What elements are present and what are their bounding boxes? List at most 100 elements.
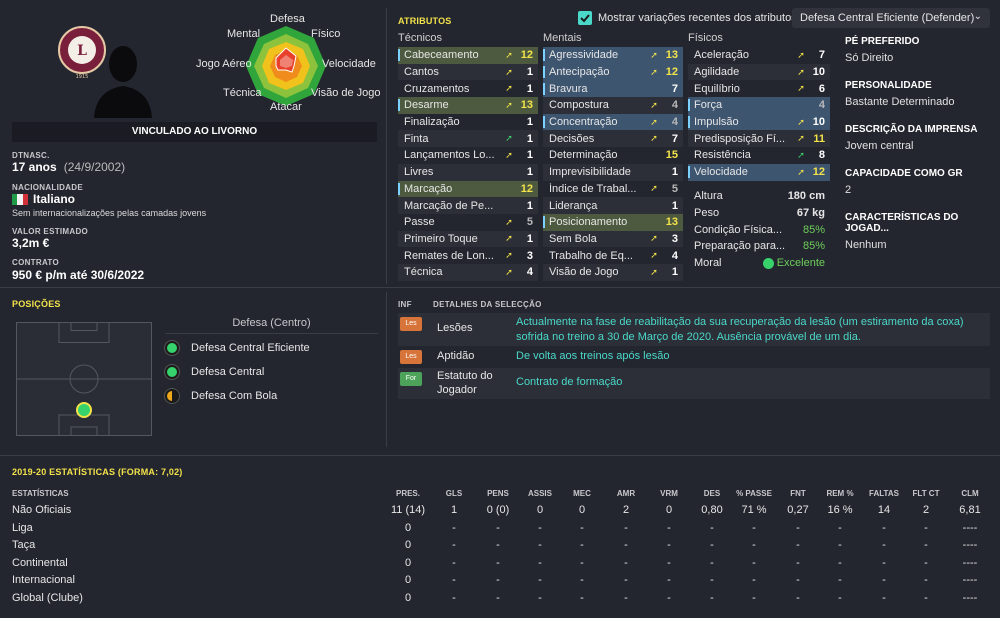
attribute-row[interactable]: Posicionamento 13 [543,213,683,231]
attribute-row[interactable]: Bravura 7 [543,80,683,98]
stats-cell: 0 [404,539,412,552]
attribute-value: 12 [520,182,533,195]
stats-cell: - [496,556,500,569]
attribute-row[interactable]: Decisões ➚ 7 [543,130,683,148]
attribute-row[interactable]: Compostura ➚ 4 [543,97,683,114]
attribute-row[interactable]: Concentração ➚ 4 [543,113,683,131]
attribute-row[interactable]: Agressividade ➚ 13 [543,47,683,64]
stats-column-header[interactable]: PRES. [385,489,431,498]
trend-arrow-icon: ➚ [797,116,805,127]
checkbox-checked-icon[interactable] [578,11,592,25]
traits-heading: CARACTERÍSTICAS DO JOGAD... [845,212,959,234]
attribute-row[interactable]: Lançamentos Lo... ➚ 1 [398,147,538,164]
attribute-row[interactable]: Cabeceamento ➚ 12 [398,47,538,64]
attribute-row[interactable]: Marcação de Pe... 1 [398,197,538,214]
fitness-text: De volta aos treinos após lesão [516,350,670,362]
stats-cell: 0,80 [701,504,723,516]
stats-cell: - [452,574,456,587]
stats-column-header[interactable]: AMR [611,489,641,498]
attribute-row[interactable]: Visão de Jogo ➚ 1 [543,263,683,281]
attribute-row[interactable]: Finta ➚ 1 [398,130,538,148]
attribute-row[interactable]: Trabalho de Eq... ➚ 4 [543,247,683,264]
attributes-title: ATRIBUTOS [398,16,452,26]
attribute-row[interactable]: Livres 1 [398,163,538,181]
selection-row-fitness[interactable]: Les Aptidão De volta aos treinos após le… [398,347,990,367]
attribute-row[interactable]: Determinação 15 [543,147,683,164]
attribute-row[interactable]: Equilíbrio ➚ 6 [688,80,830,97]
stats-row[interactable]: Global (Clube) 0- - - - - - - - - - - - ---- [12,590,988,607]
stats-column-header[interactable]: PENS [478,489,518,498]
stats-column-header[interactable]: FALTAS [864,489,904,498]
trend-arrow-icon: ➚ [505,66,513,77]
attribute-row[interactable]: Impulsão ➚ 10 [688,113,830,131]
stats-column-header[interactable]: MEC [567,489,597,498]
selection-row-status[interactable]: For Estatuto do Jogador Contrato de form… [398,368,990,399]
attribute-name: Livres [404,166,434,179]
attribute-name: Impulsão [688,116,794,129]
stats-column-header[interactable]: DES [697,489,727,498]
position-marker-dc[interactable] [76,402,92,418]
stats-column-header[interactable]: FLT CT [911,489,941,498]
attribute-row[interactable]: Técnica ➚ 4 [398,263,538,281]
attribute-row[interactable]: Índice de Trabal... ➚ 5 [543,181,683,198]
attribute-row[interactable]: Resistência ➚ 8 [688,147,830,164]
trend-arrow-icon: ➚ [650,49,658,60]
stats-column-header[interactable]: FNT [780,489,816,498]
attribute-row[interactable]: Desarme ➚ 13 [398,97,538,114]
attribute-row[interactable]: Remates de Lon... ➚ 3 [398,247,538,264]
stats-cell: - [710,592,714,604]
attribute-row[interactable]: Cantos ➚ 1 [398,63,538,81]
stats-cell: - [838,539,842,552]
stats-column-header[interactable]: ASSIS [522,489,558,498]
injury-text[interactable]: Actualmente na fase de reabilitação da s… [516,315,984,345]
attribute-row[interactable]: Primeiro Toque ➚ 1 [398,230,538,248]
attribute-row[interactable]: Antecipação ➚ 12 [543,63,683,81]
stats-cell: - [752,521,756,534]
attribute-row[interactable]: Imprevisibilidade 1 [543,163,683,181]
traits-section: CARACTERÍSTICAS DO JOGAD... Nenhum [845,212,993,256]
stats-cell: - [882,592,886,604]
stats-cell: Global (Clube) [12,592,83,604]
stats-cell: - [580,539,584,552]
stats-row[interactable]: Internacional 0- - - - - - - - - - - - ---- [12,572,988,589]
nationality-row[interactable]: Italiano [12,192,75,206]
player-silhouette [94,46,152,118]
attribute-value: 3 [671,232,678,245]
stats-row[interactable]: Taça 0- - - - - - - - - - - - ---- [12,537,988,554]
attribute-name: Posicionamento [543,216,647,229]
attribute-name: Técnica [404,266,443,279]
attribute-row[interactable]: Aceleração ➚ 7 [688,47,830,64]
role-select[interactable]: Defesa Central Eficiente (Defender) ⌄ [792,8,990,28]
attribute-row[interactable]: Liderança 1 [543,197,683,214]
attribute-row[interactable]: Finalização 1 [398,114,538,131]
stats-cell: - [580,521,584,534]
role-item[interactable]: Defesa Central Eficiente [165,340,310,356]
stats-column-header[interactable]: % PASSE [732,489,776,498]
attribute-row[interactable]: Cruzamentos ➚ 1 [398,80,538,97]
status-text[interactable]: Contrato de formação [516,376,622,388]
value-label: VALOR ESTIMADO [12,227,89,236]
attribute-row[interactable]: Velocidade ➚ 12 [688,163,830,181]
stats-row[interactable]: Liga 0- - - - - - - - - - - - ---- [12,520,988,537]
attribute-row[interactable]: Passe ➚ 5 [398,214,538,231]
morale-up-icon [762,257,774,269]
stats-column-header[interactable]: REM % [818,489,862,498]
stats-cell: 6,81 [959,504,981,516]
stats-column-header[interactable]: ESTATÍSTICAS [12,489,132,498]
show-changes-toggle[interactable]: Mostrar variações recentes dos atributos [578,11,797,25]
attribute-row[interactable]: Predisposição Fí... ➚ 11 [688,130,830,148]
stats-cell: 14 [877,504,891,516]
attribute-row[interactable]: Sem Bola ➚ 3 [543,230,683,248]
personality-section: PERSONALIDADE Bastante Determinado [845,80,993,124]
selection-row-injury[interactable]: Les Lesões Actualmente na fase de reabil… [398,313,990,346]
attribute-row[interactable]: Agilidade ➚ 10 [688,63,830,81]
attribute-row[interactable]: Marcação 12 [398,180,538,198]
role-item[interactable]: Defesa Com Bola [165,388,277,404]
stats-row[interactable]: Não Oficiais 11 (14) 1 0 (0) 0 0 2 0 0,80 71 % 0,2… [12,502,988,519]
stats-column-header[interactable]: GLS [439,489,469,498]
stats-column-header[interactable]: VRM [654,489,684,498]
role-item[interactable]: Defesa Central [165,364,264,380]
stats-row[interactable]: Continental 0- - - - - - - - - - - - ---- [12,555,988,572]
attribute-row[interactable]: Força 4 [688,97,830,114]
stats-column-header[interactable]: CLM [955,489,985,498]
